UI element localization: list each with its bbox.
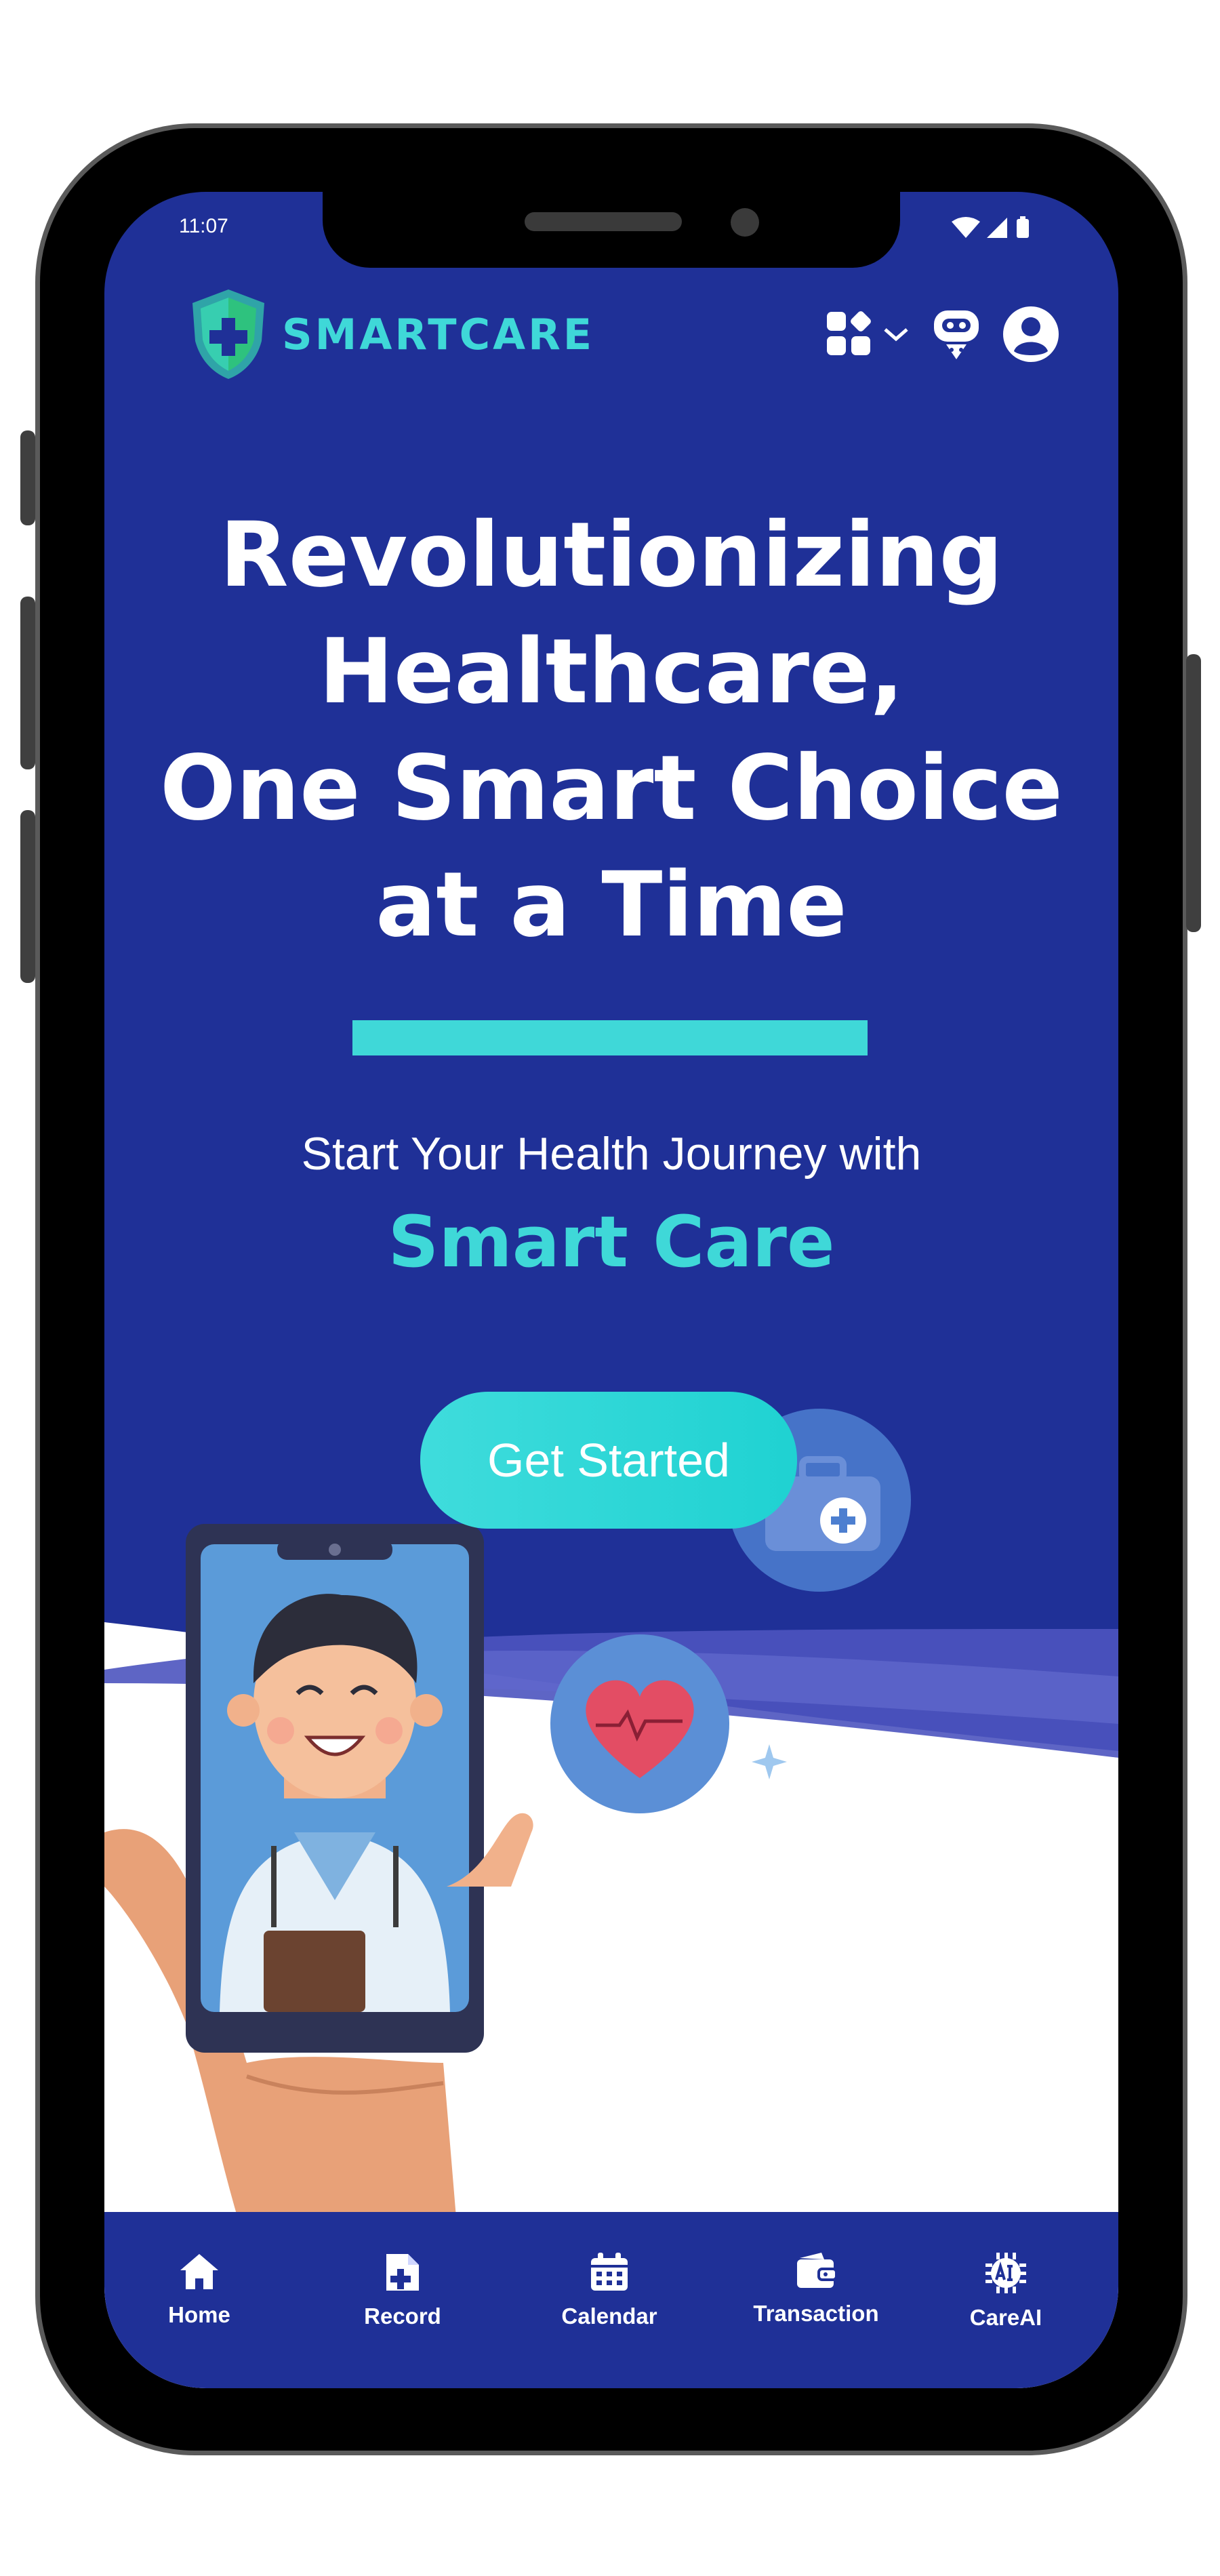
apps-menu-button[interactable] <box>826 310 911 358</box>
shield-cross-icon <box>192 289 264 379</box>
nav-label-transaction: Transaction <box>753 2301 879 2326</box>
app-screen: 11:07 SMARTCARE Revolutionizing Healthca… <box>104 192 1118 2388</box>
phone-side-button-volume-up <box>20 597 35 769</box>
status-icons <box>949 215 1037 243</box>
hero-title-line: Revolutionizing <box>220 503 1003 607</box>
header-actions <box>811 304 1060 365</box>
hero-divider <box>352 1020 868 1055</box>
app-logo[interactable]: SMARTCARE <box>188 287 594 382</box>
grid-apps-icon <box>827 311 871 355</box>
heart-rate-icon <box>550 1634 729 1813</box>
status-time: 11:07 <box>179 215 228 237</box>
nav-label-record: Record <box>364 2303 441 2329</box>
wifi-icon <box>952 217 980 238</box>
phone-notch <box>323 192 900 268</box>
profile-icon[interactable] <box>1002 305 1060 363</box>
hero-brand: Smart Care <box>388 1201 835 1283</box>
phone-side-button-volume-down <box>20 810 35 983</box>
doctor-phone-illustration <box>186 1524 533 2053</box>
home-icon <box>180 2254 218 2289</box>
nav-item-careai[interactable]: CareAI <box>931 2251 1080 2331</box>
hero-subtitle: Start Your Health Journey with <box>301 1128 922 1180</box>
ai-chip-icon <box>985 2253 1026 2293</box>
wallet-icon <box>797 2253 838 2288</box>
logo-text: SMARTCARE <box>282 309 595 359</box>
nav-item-home[interactable]: Home <box>125 2251 274 2328</box>
signal-icon <box>987 218 1007 238</box>
get-started-button[interactable]: Get Started <box>420 1392 797 1529</box>
hero-title-line: Healthcare, <box>319 620 904 724</box>
hero-title-line: at a Time <box>375 853 847 957</box>
nav-item-record[interactable]: Record <box>328 2251 477 2329</box>
hero-title: Revolutionizing Healthcare, One Smart Ch… <box>104 497 1118 963</box>
bottom-nav: Home Record Calendar Transaction CareAI <box>104 2212 1118 2388</box>
battery-icon <box>1017 219 1029 238</box>
phone-side-button-silent <box>20 430 35 525</box>
notch-camera <box>731 208 759 237</box>
chevron-down-icon <box>884 328 908 342</box>
nav-label-calendar: Calendar <box>561 2303 657 2329</box>
chatbot-icon[interactable] <box>926 304 987 365</box>
phone-side-button-power <box>1186 654 1201 932</box>
nav-label-home: Home <box>168 2302 230 2327</box>
nav-item-transaction[interactable]: Transaction <box>741 2251 891 2327</box>
calendar-icon <box>591 2253 628 2291</box>
medical-record-icon <box>386 2254 419 2291</box>
notch-speaker <box>525 212 682 231</box>
nav-item-calendar[interactable]: Calendar <box>535 2251 684 2329</box>
nav-label-careai: CareAI <box>969 2305 1042 2330</box>
hero-title-line: One Smart Choice <box>159 736 1063 841</box>
